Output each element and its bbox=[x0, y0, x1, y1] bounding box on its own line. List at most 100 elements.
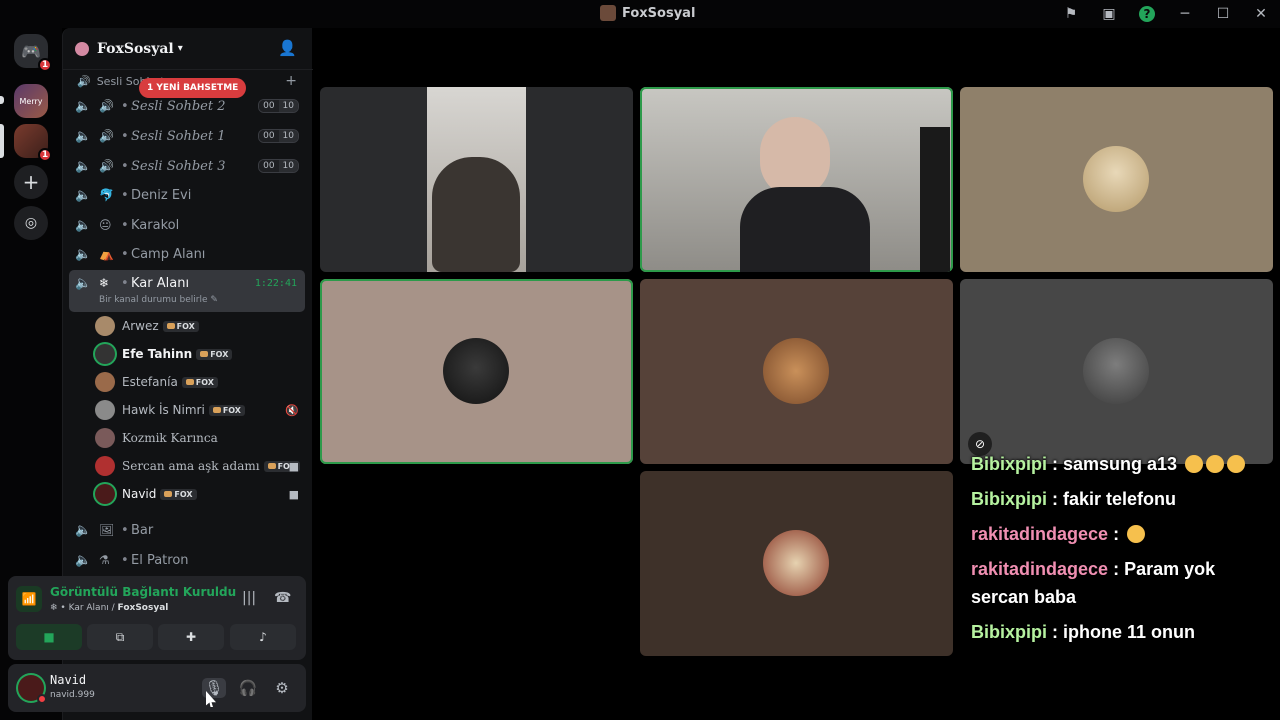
channel-name: Camp Alanı bbox=[131, 246, 206, 262]
channel-sesli-sohbet-2[interactable]: 🔈 🔊 • Sesli Sohbet 2 00 10 bbox=[69, 92, 305, 120]
channel-name: Sesli Sohbet 2 bbox=[131, 98, 226, 114]
user-limit-counter: 00 10 bbox=[258, 159, 299, 173]
activities-button[interactable]: ✚ bbox=[158, 624, 224, 650]
video-tile[interactable] bbox=[320, 87, 633, 272]
snow-icon: ❄ bbox=[99, 276, 110, 290]
gear-icon[interactable]: ⚙ bbox=[270, 678, 294, 698]
avatar-tile-speaking[interactable] bbox=[320, 279, 633, 464]
user-handle: navid.999 bbox=[50, 690, 95, 700]
voice-user[interactable]: Hawk İs Nimri FOX 🔇 bbox=[95, 397, 305, 423]
avatar-tile[interactable] bbox=[640, 279, 953, 464]
video-tile-speaking[interactable] bbox=[640, 87, 953, 272]
person-body bbox=[740, 187, 870, 272]
disconnect-icon[interactable]: ☎ bbox=[274, 590, 291, 606]
user-limit-counter: 00 10 bbox=[258, 129, 299, 143]
person-silhouette bbox=[432, 157, 520, 272]
discover-button[interactable]: ◎ bbox=[14, 206, 48, 240]
voice-connection-panel: 📶 Görüntülü Bağlantı Kuruldu ❄ • Kar Ala… bbox=[8, 576, 306, 660]
channel-name: El Patron bbox=[131, 552, 189, 568]
chat-message-continued: sercan baba bbox=[971, 587, 1077, 607]
channel-sesli-sohbet-1[interactable]: 🔈 🔊 • Sesli Sohbet 1 00 10 bbox=[69, 122, 305, 150]
notification-badge: 1 bbox=[38, 58, 52, 72]
voice-user[interactable]: Arwez FOX bbox=[95, 313, 305, 339]
speaker-icon: 🔈 bbox=[75, 246, 92, 262]
soundboard-button[interactable]: ♪ bbox=[230, 624, 296, 650]
user-avatar[interactable] bbox=[18, 675, 47, 704]
chat-message: Bibixpipi : iphone 11 onun bbox=[971, 622, 1196, 642]
avatar bbox=[95, 316, 115, 336]
headphones-icon[interactable]: 🎧 bbox=[236, 678, 260, 698]
voice-user[interactable]: Kozmik Karınca bbox=[95, 425, 305, 451]
chat-message: Bibixpipi : fakir telefonu bbox=[971, 489, 1177, 509]
snow-icon: ❄ bbox=[50, 603, 58, 613]
channel-kar-alani[interactable]: 🔈 ❄ • Kar Alanı 1:22:41 Bir kanal durumu… bbox=[69, 270, 305, 312]
discord-window: FoxSosyal ⚑ ▣ ? ─ ☐ ✕ 🎮 1 Merry 1 + ◎ Fo… bbox=[0, 0, 1280, 720]
channel-name: Sesli Sohbet 3 bbox=[131, 158, 226, 174]
screen-share-icon[interactable]: ▣ bbox=[1090, 4, 1128, 24]
server-icon-foxsosyal[interactable]: 1 bbox=[14, 124, 52, 162]
help-icon[interactable]: ? bbox=[1128, 4, 1166, 24]
call-timer: 1:22:41 bbox=[254, 278, 297, 289]
voice-user[interactable]: Efe Tahinn FOX bbox=[95, 341, 305, 367]
voice-user-name: Hawk İs Nimri bbox=[122, 403, 205, 417]
pencil-icon: ✎ bbox=[210, 295, 218, 305]
user-name[interactable]: Navid bbox=[50, 673, 86, 687]
channel-camp-alani[interactable]: 🔈 ⛺ • Camp Alanı bbox=[69, 240, 305, 268]
minimize-button[interactable]: ─ bbox=[1166, 4, 1204, 24]
signal-icon[interactable]: 📶 bbox=[16, 586, 42, 612]
speaker-icon: 🔈 bbox=[75, 98, 92, 114]
discord-icon: 🎮 bbox=[21, 41, 41, 61]
title-bar: FoxSosyal ⚑ ▣ ? ─ ☐ ✕ bbox=[0, 0, 1280, 28]
screen-share-button[interactable]: ⧉ bbox=[87, 624, 153, 650]
microphone-icon[interactable]: 🎙 bbox=[202, 678, 226, 698]
guild-tag: FOX bbox=[162, 320, 199, 332]
avatar-tile[interactable] bbox=[640, 471, 953, 656]
video-camera-icon: ■ bbox=[288, 459, 299, 473]
server-icon-merry[interactable]: Merry bbox=[14, 84, 48, 118]
avatar-tile[interactable] bbox=[960, 87, 1273, 272]
add-user-icon[interactable]: 👤 bbox=[278, 39, 297, 57]
voice-status-title[interactable]: Görüntülü Bağlantı Kuruldu bbox=[50, 585, 236, 599]
channel-name: Sesli Sohbet 1 bbox=[131, 128, 226, 144]
window-title-text: FoxSosyal bbox=[622, 5, 696, 21]
voice-user[interactable]: Navid FOX ■ bbox=[95, 481, 305, 507]
avatar bbox=[95, 344, 115, 364]
voice-status-channel[interactable]: ❄ • Kar Alanı / FoxSosyal bbox=[50, 603, 168, 613]
maximize-button[interactable]: ☐ bbox=[1204, 4, 1242, 24]
person-head bbox=[760, 117, 830, 197]
speaker-icon: 🔈 bbox=[75, 552, 92, 568]
add-server-button[interactable]: + bbox=[14, 165, 48, 199]
speaker-emoji-icon: 🔊 bbox=[99, 159, 114, 173]
channel-status[interactable]: Bir kanal durumu belirle ✎ bbox=[99, 295, 218, 305]
noise-suppression-icon[interactable]: ||| bbox=[242, 590, 256, 606]
app-icon bbox=[600, 5, 616, 21]
voice-user[interactable]: Estefanía FOX bbox=[95, 369, 305, 395]
server-pill-active bbox=[0, 124, 4, 158]
voice-user-name: Efe Tahinn bbox=[122, 347, 193, 361]
guild-tag: FOX bbox=[181, 376, 218, 388]
speaker-emoji-icon: 🔊 bbox=[99, 99, 114, 113]
close-button[interactable]: ✕ bbox=[1242, 4, 1280, 24]
speaker-icon: 🔈 bbox=[75, 187, 92, 203]
channel-sesli-sohbet-3[interactable]: 🔈 🔊 • Sesli Sohbet 3 00 10 bbox=[69, 152, 305, 180]
flag-icon[interactable]: ⚑ bbox=[1052, 4, 1090, 24]
channel-el-patron[interactable]: 🔈 ⚗ • El Patron bbox=[69, 546, 305, 574]
channel-bar[interactable]: 🔈 🖼 • Bar bbox=[69, 516, 305, 544]
voice-user-name: Navid bbox=[122, 487, 157, 501]
avatar bbox=[1083, 146, 1149, 212]
video-camera-icon: ■ bbox=[288, 487, 299, 501]
home-button[interactable]: 🎮 1 bbox=[14, 34, 52, 72]
speaker-icon: 🔈 bbox=[75, 158, 92, 174]
add-channel-icon[interactable]: + bbox=[285, 73, 297, 89]
window-title: FoxSosyal bbox=[600, 5, 695, 21]
camera-button[interactable]: ■ bbox=[16, 624, 82, 650]
voice-user[interactable]: Sercan ama aşk adamı FOX ■ bbox=[95, 453, 305, 479]
chat-message: rakitadindagece : bbox=[971, 524, 1146, 545]
pensive-emoji-icon bbox=[1206, 455, 1225, 473]
avatar-tile[interactable]: ⊘ bbox=[960, 279, 1273, 464]
guild-tag: FOX bbox=[208, 404, 245, 416]
channel-karakol[interactable]: 🔈 😐 • Karakol bbox=[69, 211, 305, 239]
guild-header[interactable]: FoxSosyal ▾ 👤 bbox=[63, 28, 313, 70]
server-label: Merry bbox=[19, 96, 43, 106]
channel-deniz-evi[interactable]: 🔈 🐬 • Deniz Evi bbox=[69, 181, 305, 209]
